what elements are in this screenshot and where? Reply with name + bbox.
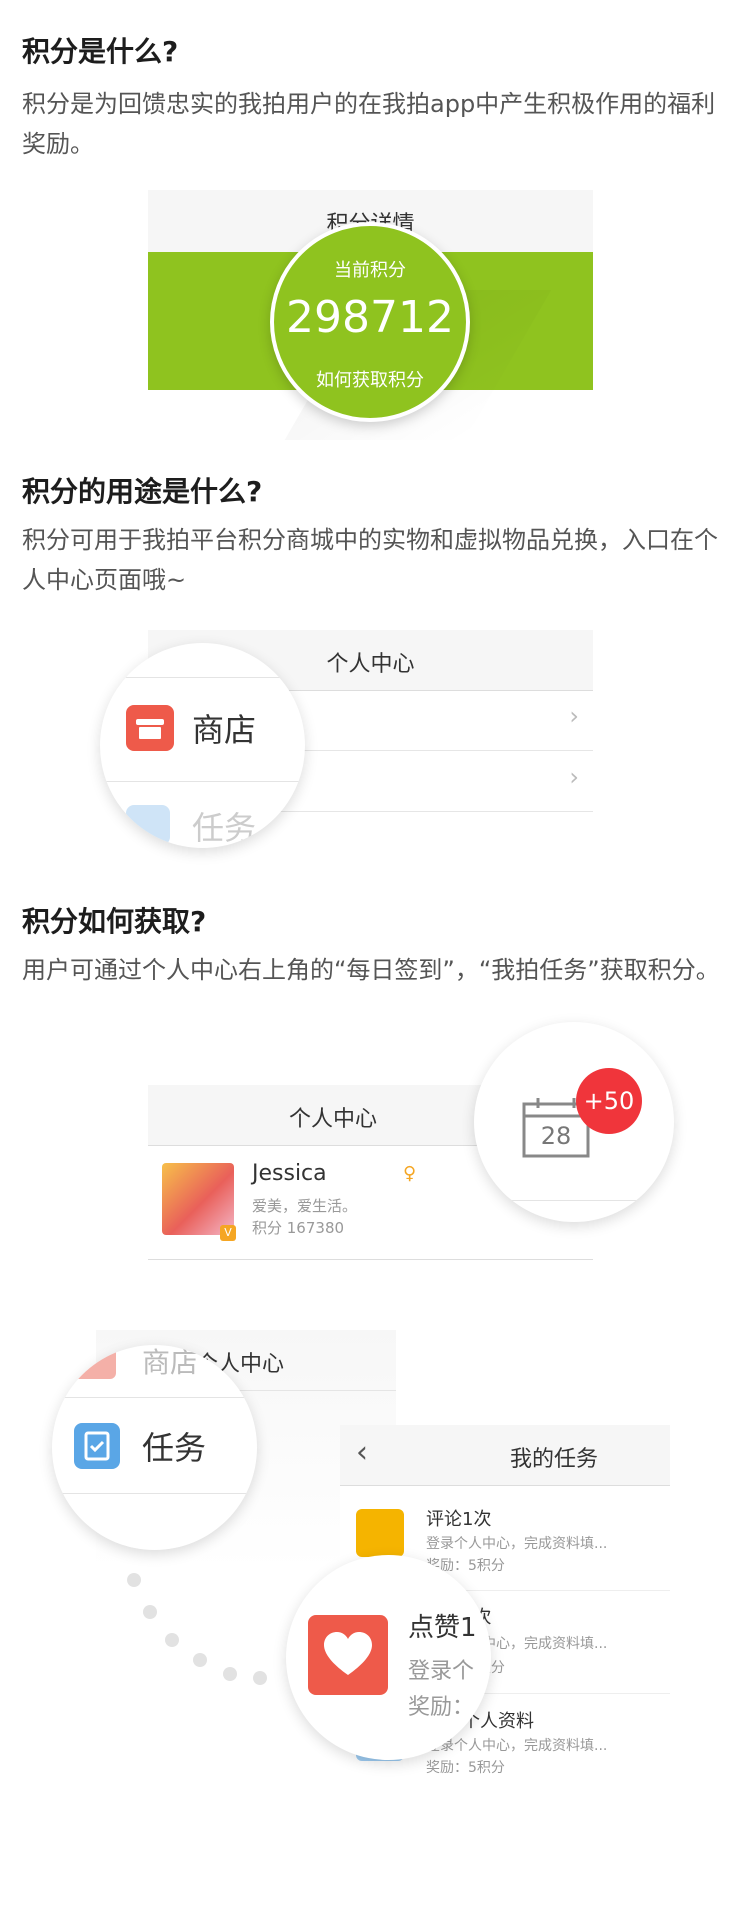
zoom-like-reward: 奖励： bbox=[408, 1695, 475, 1720]
checkin-bonus-badge: +50 bbox=[576, 1068, 642, 1134]
connector-dots bbox=[127, 1573, 267, 1685]
section-title-usage: 积分的用途是什么? bbox=[22, 475, 263, 508]
section-title-what: 积分是什么? bbox=[22, 35, 179, 68]
current-points-value: 298712 bbox=[286, 292, 454, 343]
user-points: 积分 167380 bbox=[252, 1219, 345, 1237]
verified-badge-icon: V bbox=[220, 1225, 236, 1241]
current-points-label: 当前积分 bbox=[334, 260, 406, 281]
comment-task-icon bbox=[356, 1509, 404, 1557]
chevron-right-icon: › bbox=[569, 763, 579, 791]
task-label[interactable]: 任务 bbox=[142, 1423, 206, 1469]
heart-icon[interactable] bbox=[308, 1615, 388, 1695]
task-icon-faded bbox=[126, 805, 170, 845]
task-desc: 登录个人中心，完成资料填... bbox=[426, 1738, 608, 1754]
task-reward: 奖励：5积分 bbox=[426, 1760, 505, 1776]
user-bio: 爱美，爱生活。 bbox=[252, 1197, 358, 1215]
calendar-day: 28 bbox=[540, 1122, 572, 1150]
female-gender-icon: ♀ bbox=[403, 1163, 417, 1184]
current-points-circle[interactable]: 当前积分 298712 如何获取积分 bbox=[270, 222, 470, 422]
section-body-what: 积分是为回馈忠实的我拍用户的在我拍app中产生积极作用的福利奖励。 bbox=[22, 90, 716, 158]
store-zoom-circle: 商店 任务 bbox=[100, 643, 305, 848]
store-label-faded: 商店 bbox=[142, 1346, 199, 1379]
section-body-usage: 积分可用于我拍平台积分商城中的实物和虚拟物品兑换，入口在个人中心页面哦~ bbox=[22, 526, 718, 594]
section-title-earn: 积分如何获取? bbox=[22, 905, 207, 938]
task-desc: 登录个人中心，完成资料填... bbox=[426, 1536, 608, 1552]
task-clipboard-icon[interactable] bbox=[74, 1423, 120, 1469]
zoom-like-title: 点赞1 bbox=[408, 1613, 477, 1643]
how-to-earn-link[interactable]: 如何获取积分 bbox=[274, 366, 466, 392]
zoom-like-desc: 登录个 bbox=[408, 1659, 475, 1684]
task-title: 评论1次 bbox=[426, 1509, 492, 1530]
like-zoom-circle: 点赞1 登录个 奖励： bbox=[286, 1555, 491, 1760]
checkin-zoom-circle: 28 +50 bbox=[474, 1022, 674, 1222]
store-label[interactable]: 商店 bbox=[192, 705, 256, 751]
my-tasks-title: 我的任务 bbox=[510, 1447, 599, 1472]
task-label-faded: 任务 bbox=[192, 809, 257, 847]
task-zoom-circle: 商店 任务 bbox=[52, 1345, 257, 1550]
store-icon bbox=[72, 1345, 116, 1379]
chevron-right-icon: › bbox=[569, 702, 579, 730]
user-name: Jessica bbox=[252, 1161, 327, 1186]
section-body-earn: 用户可通过个人中心右上角的“每日签到”，“我拍任务”获取积分。 bbox=[22, 956, 720, 984]
profile-card-header: 个人中心 bbox=[288, 1107, 377, 1132]
back-arrow-icon[interactable]: ‹ bbox=[356, 1435, 368, 1470]
store-icon[interactable] bbox=[126, 705, 174, 751]
